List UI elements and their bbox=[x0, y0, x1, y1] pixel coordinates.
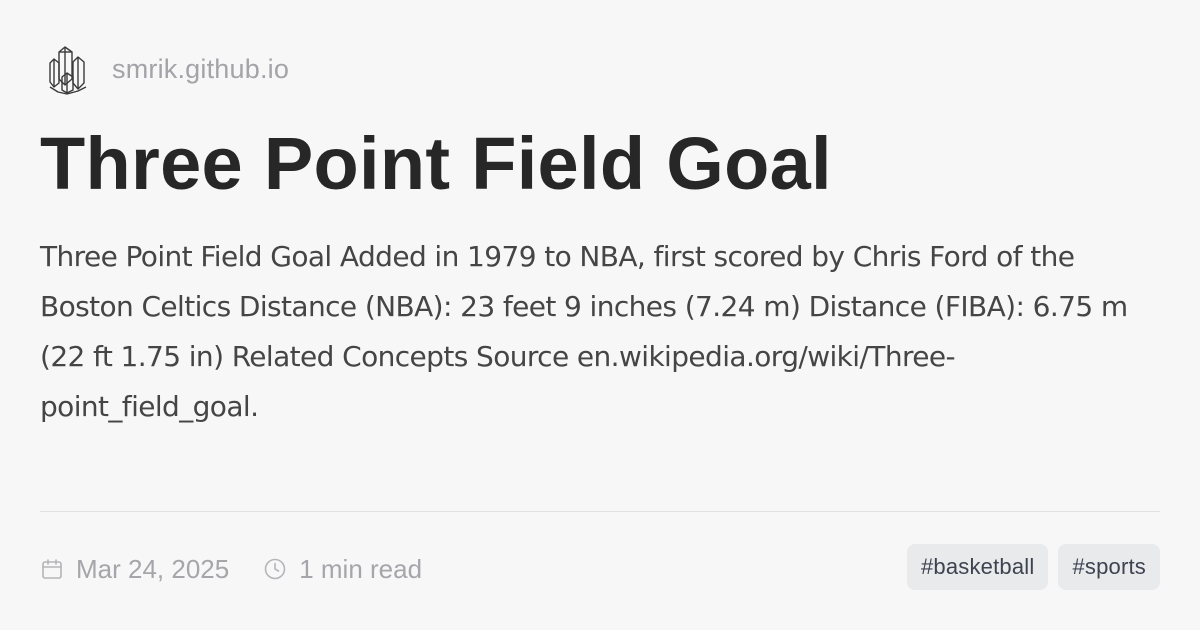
divider bbox=[40, 511, 1160, 512]
read-time: 1 min read bbox=[263, 554, 422, 585]
read-time-text: 1 min read bbox=[299, 553, 423, 584]
site-name[interactable]: smrik.github.io bbox=[112, 54, 289, 85]
post-meta: Mar 24, 2025 1 min read bbox=[40, 546, 422, 592]
post-date: Mar 24, 2025 bbox=[40, 554, 229, 585]
post-date-text: Mar 24, 2025 bbox=[76, 553, 230, 584]
tag-list: #basketball #sports bbox=[906, 544, 1160, 590]
calendar-icon bbox=[42, 559, 62, 579]
clock-icon bbox=[264, 558, 286, 580]
og-card: smrik.github.io Three Point Field Goal T… bbox=[0, 0, 1200, 630]
post-description: Three Point Field Goal Added in 1979 to … bbox=[40, 240, 1128, 423]
page-title: Three Point Field Goal bbox=[40, 122, 832, 205]
tag-basketball[interactable]: #basketball bbox=[906, 544, 1049, 590]
crystal-cluster-icon bbox=[49, 46, 87, 95]
site-header[interactable]: smrik.github.io bbox=[48, 42, 289, 96]
tag-sports[interactable]: #sports bbox=[1058, 544, 1160, 590]
